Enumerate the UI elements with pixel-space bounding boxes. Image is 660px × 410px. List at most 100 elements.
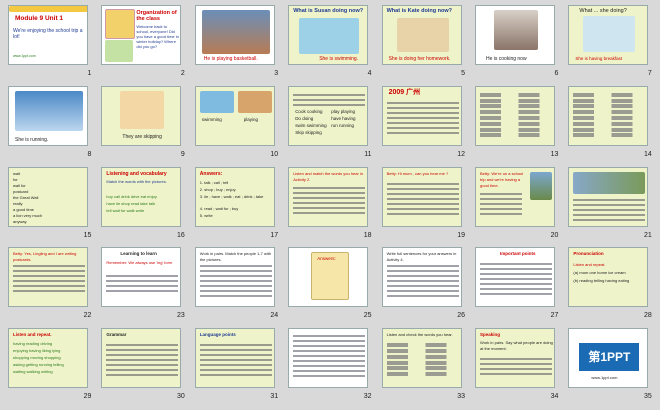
dialogue-text bbox=[476, 190, 526, 218]
slide-thumb-34[interactable]: Speaking Work in pairs. Say what people … bbox=[470, 326, 563, 407]
cartoon-image bbox=[105, 9, 136, 39]
slide-thumb-23[interactable]: Learning to learn Remember: We always us… bbox=[96, 245, 189, 326]
slide-16-title: Listening and vocabulary bbox=[106, 170, 167, 177]
slide-28-title: Pronunciation bbox=[573, 251, 604, 257]
slide-1-footer: www.1ppt.com bbox=[13, 54, 36, 58]
line-1: Cook cooking bbox=[295, 108, 323, 114]
slide-thumb-21[interactable]: 21 bbox=[563, 165, 656, 246]
slide-thumb-2[interactable]: Organization of the class Welcome back t… bbox=[96, 3, 189, 84]
slide-thumb-10[interactable]: swimming playing 10 bbox=[190, 84, 283, 165]
line-5: swim swimming bbox=[295, 122, 327, 128]
slide-6-caption: He is cooking now bbox=[486, 56, 527, 62]
slide-thumb-18[interactable]: Listen and match the words you hear in A… bbox=[283, 165, 376, 246]
swimming-image bbox=[299, 18, 360, 54]
line-1: Listen and repeat. bbox=[573, 262, 606, 268]
slide-number: 26 bbox=[457, 312, 465, 320]
slide-thumb-26[interactable]: Write full sentences for your answers in… bbox=[377, 245, 470, 326]
slide-8-caption: She is running. bbox=[15, 136, 49, 143]
slide-2-canvas: Organization of the class Welcome back t… bbox=[101, 5, 182, 65]
slide-20-title: Betty: We're on a school trip and we're … bbox=[480, 170, 524, 188]
slide-thumb-14[interactable]: 14 bbox=[563, 84, 656, 165]
slide-number: 28 bbox=[643, 312, 652, 320]
slide-thumb-17[interactable]: Answers: 1. talk ; call ; tell 2. shop ;… bbox=[190, 165, 283, 246]
slide-thumb-31[interactable]: Language points 31 bbox=[190, 326, 283, 407]
slide-number: 15 bbox=[83, 231, 92, 239]
slide-4-title: What is Susan doing now? bbox=[293, 8, 364, 14]
slide-thumb-8[interactable]: She is running. 8 bbox=[3, 84, 96, 165]
slide-thumb-29[interactable]: Listen and repeat. having reading drivin… bbox=[3, 326, 96, 407]
landscape-photo bbox=[573, 171, 646, 194]
slide-number: 33 bbox=[457, 393, 465, 401]
line-5: 5. write bbox=[199, 212, 213, 218]
slide-thumb-19[interactable]: Betty: Hi mum , can you hear me ? 19 bbox=[377, 165, 470, 246]
slide-thumb-3[interactable]: He is playing basketball. 3 bbox=[190, 3, 283, 84]
line-3: (b) reading telling having eating bbox=[573, 278, 630, 284]
slide-thumb-15[interactable]: wait for wall for postcard the Great Wal… bbox=[3, 165, 96, 246]
slide-thumb-1[interactable]: Module 9 Unit 1 We're enjoying the schoo… bbox=[3, 3, 96, 84]
slide-3-caption: He is playing basketball. bbox=[203, 56, 258, 62]
slide-5-canvas: What is Kate doing now? She is doing her… bbox=[381, 5, 462, 65]
slide-thumb-32[interactable]: 32 bbox=[283, 326, 376, 407]
kids-image bbox=[105, 40, 134, 62]
slide-thumb-6[interactable]: He is cooking now 6 bbox=[470, 3, 563, 84]
line-2: (a) mum one home ice cream bbox=[573, 270, 626, 276]
slide-19-title: Betty: Hi mum , can you hear me ? bbox=[386, 170, 449, 176]
slide-thumb-12[interactable]: 2009 广州 12 bbox=[377, 84, 470, 165]
slide-thumb-5[interactable]: What is Kate doing now? She is doing her… bbox=[377, 3, 470, 84]
slide-24-canvas: Work in pairs. Match the people 1-7 with… bbox=[194, 247, 275, 308]
pool-photo bbox=[199, 90, 234, 113]
slide-23-canvas: Learning to learn Remember: We always us… bbox=[101, 247, 182, 308]
slide-number: 10 bbox=[270, 150, 279, 158]
slide-4-caption: She is swimming. bbox=[319, 56, 359, 62]
slide-29-title: Listen and repeat. bbox=[13, 332, 52, 338]
slide-number: 32 bbox=[363, 393, 372, 401]
slide-11-canvas: Cook cooking play playing Do doing have … bbox=[288, 85, 369, 146]
slide-32-canvas bbox=[288, 328, 369, 389]
slide-thumb-24[interactable]: Work in pairs. Match the people 1-7 with… bbox=[190, 245, 283, 326]
line-4: 4. read ; wait for ; buy bbox=[199, 205, 239, 211]
slide-thumb-27[interactable]: Important points 27 bbox=[470, 245, 563, 326]
slide-thumb-33[interactable]: Listen and check the words you hear. 33 bbox=[377, 326, 470, 407]
homework-image bbox=[396, 18, 449, 52]
line-2: 2. shop ; buy ; enjoy bbox=[199, 186, 236, 192]
label-swimming: swimming bbox=[201, 116, 222, 122]
slide-thumb-9[interactable]: They are skipping 9 bbox=[96, 84, 189, 165]
check-table bbox=[386, 343, 457, 378]
slide-number: 27 bbox=[550, 312, 559, 320]
slide-31-canvas: Language points bbox=[194, 328, 275, 389]
word-table bbox=[573, 92, 644, 139]
slide-thumb-16[interactable]: Listening and vocabulary Match the words… bbox=[96, 165, 189, 246]
slide-thumb-11[interactable]: Cook cooking play playing Do doing have … bbox=[283, 84, 376, 165]
line-2: enjoying having liking lying bbox=[13, 348, 61, 354]
slide-thumb-25[interactable]: Answers: 25 bbox=[283, 245, 376, 326]
slide-number: 6 bbox=[554, 70, 559, 77]
slide-34-canvas: Speaking Work in pairs. Say what people … bbox=[475, 328, 555, 389]
slide-30-title: Grammar bbox=[106, 332, 127, 338]
slide-10-canvas: swimming playing bbox=[194, 85, 275, 146]
slide-18-title: Listen and match the words you hear in A… bbox=[293, 170, 364, 182]
slide-number: 25 bbox=[363, 312, 372, 320]
slide-9-canvas: They are skipping bbox=[101, 85, 182, 146]
slide-number: 18 bbox=[363, 231, 372, 239]
slide-number: 4 bbox=[367, 70, 372, 77]
slide-thumb-22[interactable]: Betty: Yes, Lingling and I are writing p… bbox=[3, 245, 96, 326]
slide-number: 30 bbox=[176, 393, 185, 401]
slide-thumb-35[interactable]: 第1PPT www.1ppt.com 35 bbox=[563, 326, 656, 407]
slide-thumb-13[interactable]: 13 bbox=[470, 84, 563, 165]
slide-thumb-7[interactable]: What ... she doing? She is having breakf… bbox=[563, 3, 656, 84]
slide-number: 12 bbox=[457, 150, 465, 158]
slide-thumb-4[interactable]: What is Susan doing now? She is swimming… bbox=[283, 3, 376, 84]
slide-thumb-30[interactable]: Grammar 30 bbox=[96, 326, 189, 407]
slide-31-title: Language points bbox=[199, 332, 236, 338]
slide-number: 8 bbox=[87, 150, 92, 158]
slide-thumb-20[interactable]: Betty: We're on a school trip and we're … bbox=[470, 165, 563, 246]
slide-number: 9 bbox=[180, 150, 185, 158]
line-3: tell wait for walk write bbox=[106, 207, 145, 213]
slide-6-canvas: He is cooking now bbox=[475, 5, 555, 65]
line-1: buy call drink drive eat enjoy bbox=[106, 193, 157, 199]
slide-12-title: 2009 广州 bbox=[388, 88, 421, 96]
slide-thumb-28[interactable]: Pronunciation Listen and repeat. (a) mum… bbox=[563, 245, 656, 326]
exercise-text bbox=[289, 332, 367, 380]
slide-number: 22 bbox=[83, 312, 92, 320]
slide-7-title: What ... she doing? bbox=[579, 8, 627, 14]
